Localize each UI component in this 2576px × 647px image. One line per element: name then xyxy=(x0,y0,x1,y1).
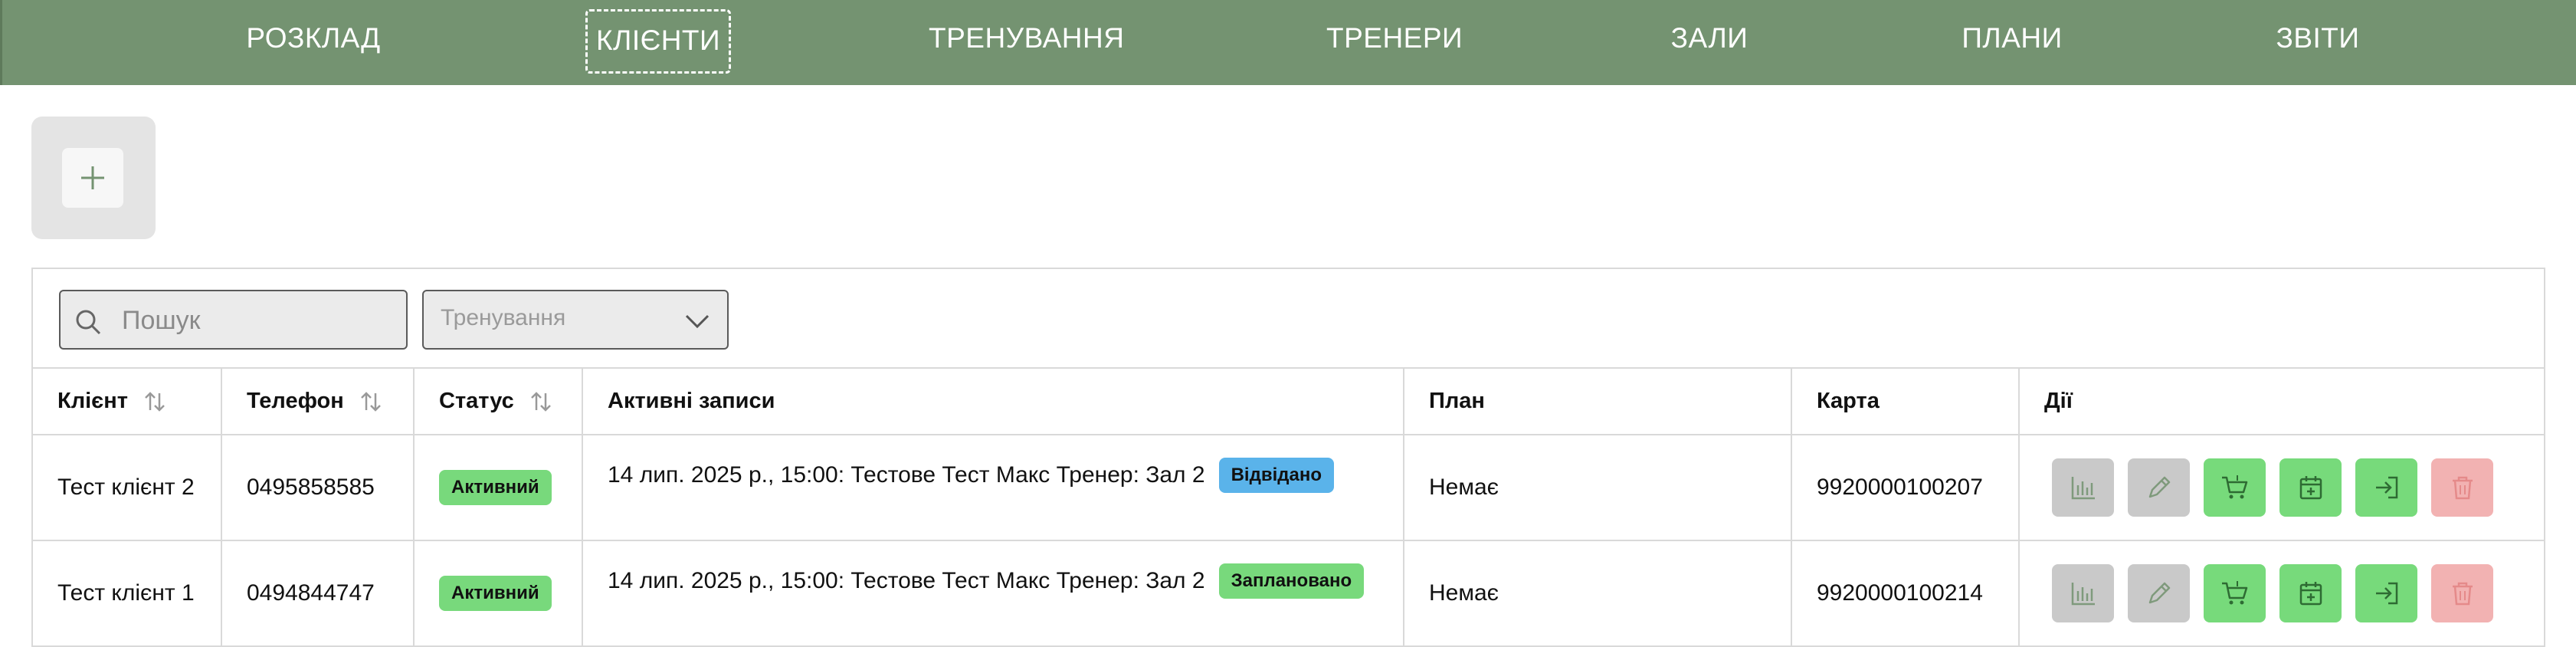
trash-icon xyxy=(2452,476,2473,500)
login-icon xyxy=(2375,476,2397,499)
add-client-button[interactable] xyxy=(62,148,123,208)
book-training-button[interactable] xyxy=(2279,564,2342,622)
plan-cell: Немає xyxy=(1404,540,1792,647)
table-row: Тест клієнт 1 0494844747 Активний 14 лип… xyxy=(33,540,2545,647)
top-navigation: РОЗКЛАД КЛІЄНТИ ТРЕНУВАННЯ ТРЕНЕРИ ЗАЛИ … xyxy=(0,0,2576,85)
search-box xyxy=(59,290,408,350)
table-header-row: Клієнт Телефон Статус Активні записи Пла… xyxy=(33,369,2545,435)
stats-icon xyxy=(2071,583,2095,606)
login-icon xyxy=(2375,582,2397,605)
col-header-phone-label: Телефон xyxy=(247,389,344,413)
phone-cell: 0494844747 xyxy=(221,540,415,647)
clients-panel: Тренування Клієнт Телефон xyxy=(31,268,2545,647)
check-in-button[interactable] xyxy=(2355,458,2417,517)
col-header-records: Активні записи xyxy=(582,369,1404,435)
stats-button[interactable] xyxy=(2052,564,2114,622)
client-name-cell: Тест клієнт 1 xyxy=(33,540,222,647)
check-in-button[interactable] xyxy=(2355,564,2417,622)
col-header-status[interactable]: Статус xyxy=(414,369,583,435)
status-badge: Активний xyxy=(439,576,552,611)
status-badge: Активний xyxy=(439,470,552,505)
record-text: 14 лип. 2025 р., 15:00: Тестове Тест Мак… xyxy=(608,462,1205,488)
col-header-phone[interactable]: Телефон xyxy=(221,369,415,435)
trash-icon xyxy=(2452,582,2473,606)
active-records-cell: 14 лип. 2025 р., 15:00: Тестове Тест Мак… xyxy=(582,435,1404,541)
training-select[interactable]: Тренування xyxy=(422,290,729,350)
edit-button[interactable] xyxy=(2128,458,2190,517)
search-icon xyxy=(76,310,101,335)
record-text: 14 лип. 2025 р., 15:00: Тестове Тест Мак… xyxy=(608,568,1205,593)
nav-item-schedule[interactable]: РОЗКЛАД xyxy=(244,9,382,74)
delete-button[interactable] xyxy=(2431,458,2493,517)
phone-cell: 0495858585 xyxy=(221,435,415,541)
buy-plan-button[interactable] xyxy=(2204,564,2266,622)
sort-icon[interactable] xyxy=(143,390,166,413)
plan-cell: Немає xyxy=(1404,435,1792,541)
filter-toolbar: Тренування xyxy=(33,269,2544,369)
plus-icon xyxy=(81,166,104,189)
edit-button[interactable] xyxy=(2128,564,2190,622)
sort-icon[interactable] xyxy=(359,390,382,413)
nav-item-clients[interactable]: КЛІЄНТИ xyxy=(585,9,732,74)
record-status-badge: Відвідано xyxy=(1218,458,1334,493)
status-cell: Активний xyxy=(414,540,583,647)
edit-icon xyxy=(2148,582,2170,604)
add-client-card xyxy=(31,117,156,239)
nav-item-reports[interactable]: ЗВІТИ xyxy=(2276,9,2360,74)
client-name-cell: Тест клієнт 2 xyxy=(33,435,222,541)
nav-item-halls[interactable]: ЗАЛИ xyxy=(1669,9,1750,74)
edit-icon xyxy=(2148,476,2170,498)
col-header-client-label: Клієнт xyxy=(57,389,128,413)
training-select-value: Тренування xyxy=(441,305,566,330)
chevron-down-icon xyxy=(685,314,710,329)
cart-icon xyxy=(2221,581,2247,605)
book-training-button[interactable] xyxy=(2279,458,2342,517)
delete-button[interactable] xyxy=(2431,564,2493,622)
col-header-plan: План xyxy=(1404,369,1792,435)
card-cell: 9920000100207 xyxy=(1791,435,2020,541)
col-header-status-label: Статус xyxy=(439,389,514,413)
col-header-client[interactable]: Клієнт xyxy=(33,369,222,435)
stats-icon xyxy=(2071,477,2095,500)
actions-cell xyxy=(2019,435,2545,541)
nav-item-trainings[interactable]: ТРЕНУВАННЯ xyxy=(929,9,1124,74)
stats-button[interactable] xyxy=(2052,458,2114,517)
card-cell: 9920000100214 xyxy=(1791,540,2020,647)
table-row: Тест клієнт 2 0495858585 Активний 14 лип… xyxy=(33,435,2545,541)
nav-item-plans[interactable]: ПЛАНИ xyxy=(1960,9,2064,74)
active-records-cell: 14 лип. 2025 р., 15:00: Тестове Тест Мак… xyxy=(582,540,1404,647)
col-header-card: Карта xyxy=(1791,369,2020,435)
clients-table: Клієнт Телефон Статус Активні записи Пла… xyxy=(33,369,2545,647)
record-status-badge: Заплановано xyxy=(1218,563,1365,599)
buy-plan-button[interactable] xyxy=(2204,458,2266,517)
actions-cell xyxy=(2019,540,2545,647)
calendar-add-icon xyxy=(2299,476,2322,500)
search-input[interactable] xyxy=(122,299,398,342)
col-header-actions: Дії xyxy=(2019,369,2545,435)
sort-icon[interactable] xyxy=(529,390,552,413)
calendar-add-icon xyxy=(2299,582,2322,606)
status-cell: Активний xyxy=(414,435,583,541)
nav-item-trainers[interactable]: ТРЕНЕРИ xyxy=(1326,9,1463,74)
cart-icon xyxy=(2221,475,2247,499)
